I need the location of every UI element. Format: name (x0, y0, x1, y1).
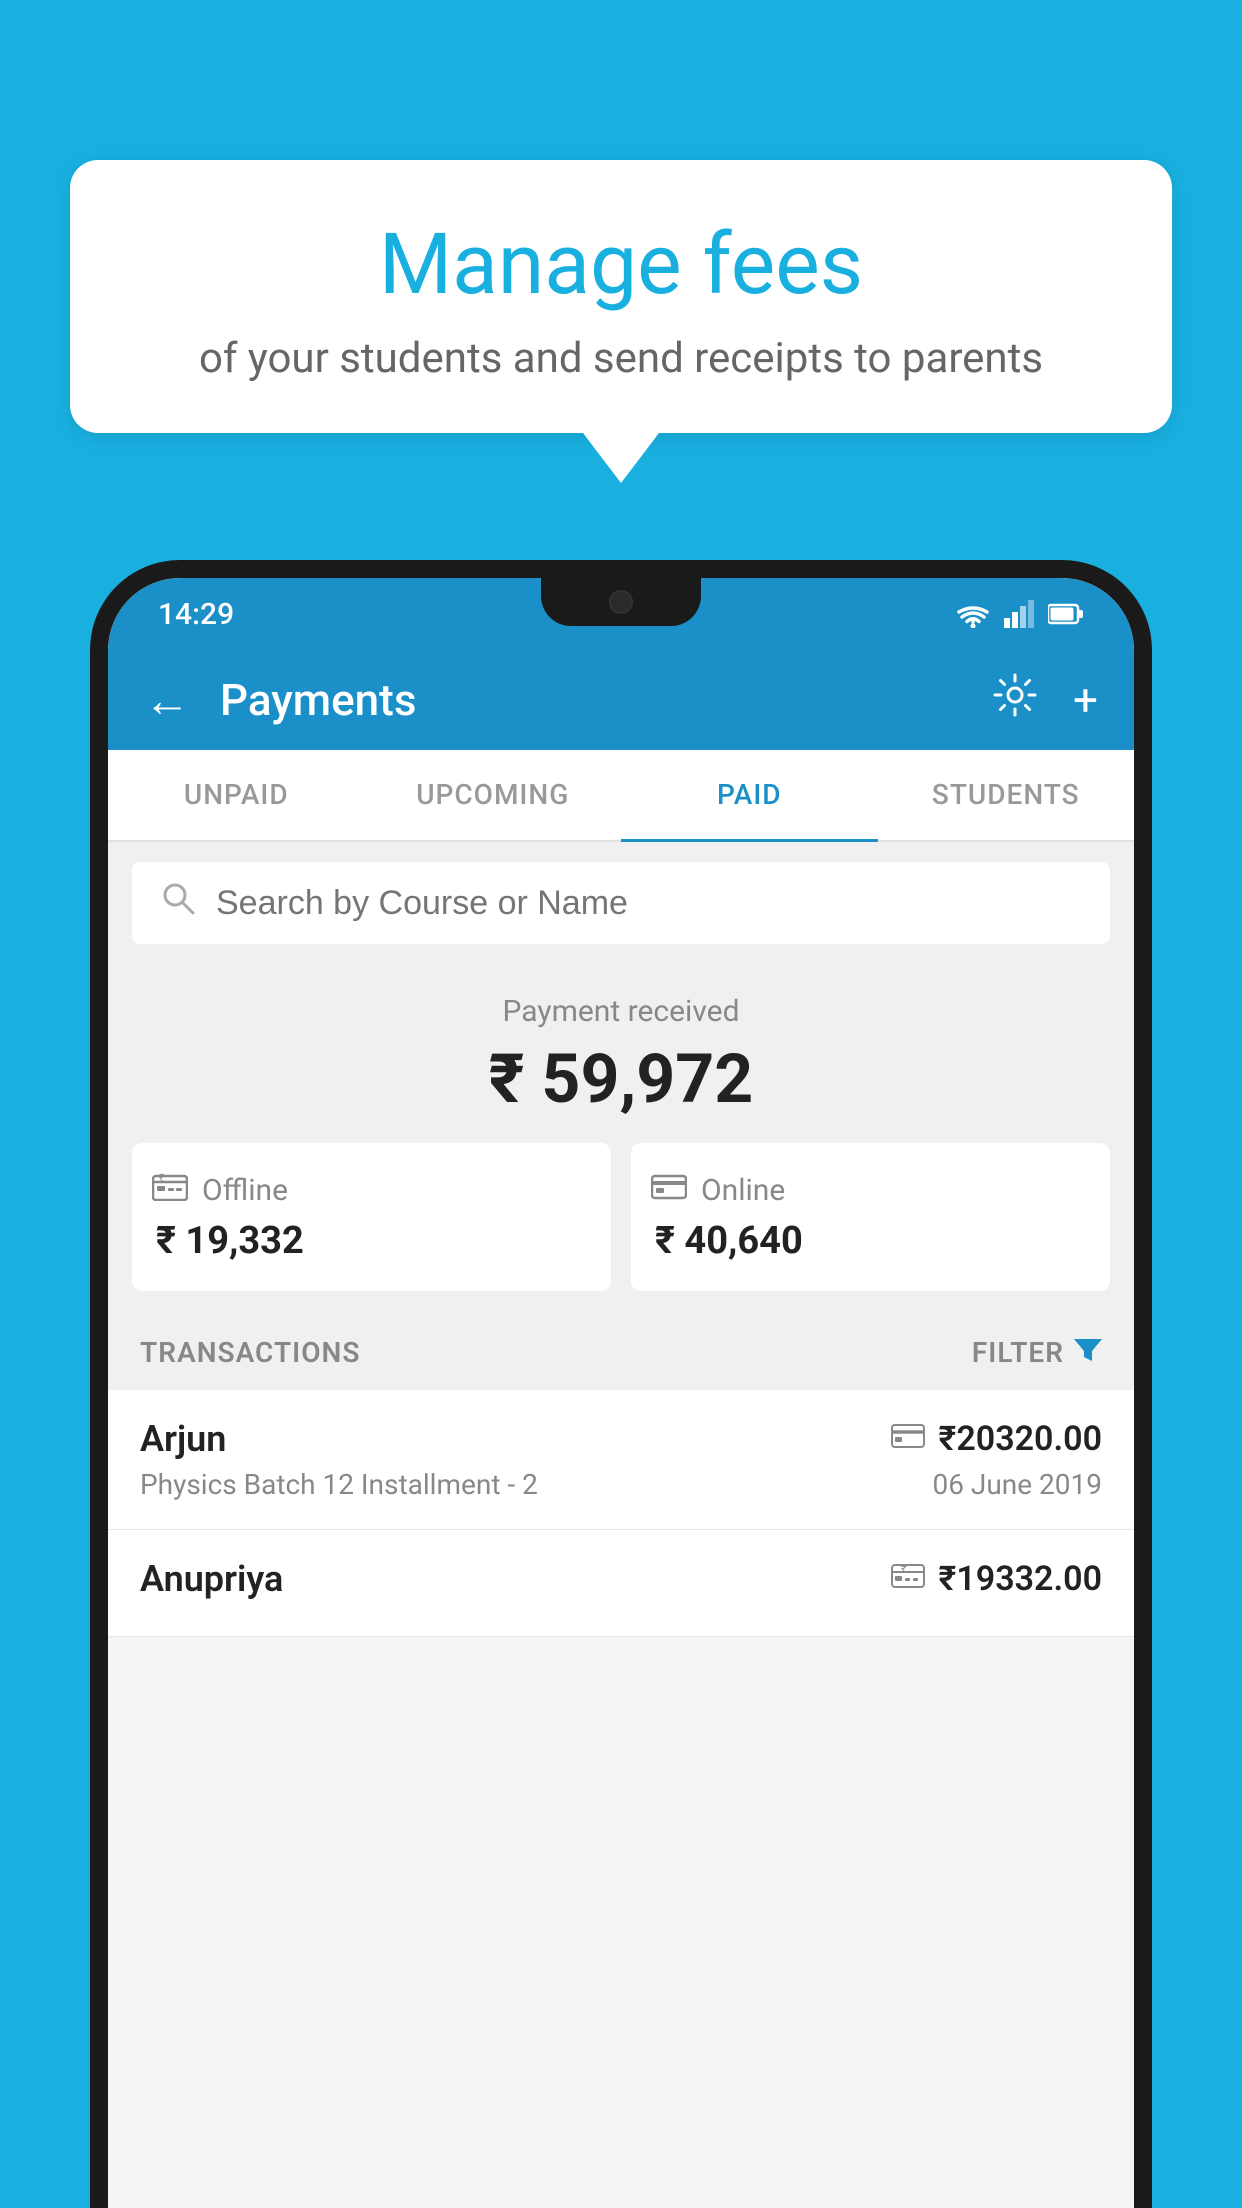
speech-bubble-subtitle: of your students and send receipts to pa… (130, 334, 1112, 383)
svg-text:₹: ₹ (159, 1173, 164, 1184)
filter-label: FILTER (972, 1336, 1064, 1369)
notch-camera (609, 590, 633, 614)
transaction-course-arjun: Physics Batch 12 Installment - 2 (140, 1468, 538, 1501)
transaction-offline-icon-anupriya: ₹ (891, 1560, 925, 1598)
phone-screen: 14:29 (108, 578, 1134, 2208)
offline-amount: ₹ 19,332 (152, 1219, 304, 1263)
status-time: 14:29 (158, 597, 234, 632)
payment-received-label: Payment received (132, 994, 1110, 1029)
speech-bubble-pointer (583, 433, 659, 483)
transaction-online-icon-arjun (891, 1420, 925, 1458)
transaction-date-arjun: 06 June 2019 (932, 1468, 1102, 1501)
tab-upcoming[interactable]: UPCOMING (365, 750, 622, 840)
add-icon[interactable]: + (1073, 674, 1098, 726)
battery-icon (1048, 603, 1084, 625)
transaction-bottom-arjun: Physics Batch 12 Installment - 2 06 June… (140, 1468, 1102, 1501)
notch (541, 578, 701, 626)
offline-card-header: ₹ Offline (152, 1171, 288, 1209)
search-bar-container (108, 842, 1134, 964)
search-icon (160, 880, 196, 926)
wifi-icon (956, 600, 990, 628)
search-bar (132, 862, 1110, 944)
tab-students[interactable]: STUDENTS (878, 750, 1135, 840)
transaction-amount-wrap-arjun: ₹20320.00 (891, 1419, 1102, 1459)
transaction-amount-anupriya: ₹19332.00 (939, 1559, 1102, 1599)
phone-frame: 14:29 (90, 560, 1152, 2208)
transaction-row-anupriya[interactable]: Anupriya ₹ ₹19332.00 (108, 1530, 1134, 1637)
offline-icon: ₹ (152, 1171, 188, 1209)
filter-icon (1074, 1335, 1102, 1370)
search-input[interactable] (216, 884, 1082, 923)
transaction-amount-wrap-anupriya: ₹ ₹19332.00 (891, 1559, 1102, 1599)
signal-icon (1004, 600, 1034, 628)
offline-label: Offline (202, 1173, 288, 1208)
transaction-top-anupriya: Anupriya ₹ ₹19332.00 (140, 1558, 1102, 1600)
transaction-top-arjun: Arjun ₹20320.00 (140, 1418, 1102, 1460)
online-icon (651, 1171, 687, 1209)
filter-button[interactable]: FILTER (972, 1335, 1102, 1370)
app-bar: ← Payments + (108, 650, 1134, 750)
app-bar-actions: + (993, 673, 1098, 728)
transactions-header: TRANSACTIONS FILTER (108, 1315, 1134, 1390)
app-bar-title: Payments (220, 674, 963, 726)
tabs: UNPAID UPCOMING PAID STUDENTS (108, 750, 1134, 842)
svg-text:₹: ₹ (901, 1564, 907, 1575)
transactions-label: TRANSACTIONS (140, 1336, 360, 1369)
online-amount: ₹ 40,640 (651, 1219, 803, 1263)
payment-total-amount: ₹ 59,972 (132, 1039, 1110, 1119)
speech-bubble-title: Manage fees (130, 215, 1112, 314)
transaction-name-anupriya: Anupriya (140, 1558, 283, 1600)
transaction-row[interactable]: Arjun ₹20320.00 Physics Batch 12 Install… (108, 1390, 1134, 1530)
online-payment-card: Online ₹ 40,640 (631, 1143, 1110, 1291)
payment-summary: Payment received ₹ 59,972 (108, 964, 1134, 1315)
status-icons (956, 600, 1084, 628)
back-button[interactable]: ← (144, 673, 190, 728)
offline-payment-card: ₹ Offline ₹ 19,332 (132, 1143, 611, 1291)
payment-cards: ₹ Offline ₹ 19,332 (132, 1143, 1110, 1291)
transaction-amount-arjun: ₹20320.00 (939, 1419, 1102, 1459)
online-card-header: Online (651, 1171, 785, 1209)
tab-unpaid[interactable]: UNPAID (108, 750, 365, 840)
speech-bubble: Manage fees of your students and send re… (70, 160, 1172, 433)
tab-paid[interactable]: PAID (621, 750, 878, 842)
online-label: Online (701, 1173, 785, 1208)
transaction-name-arjun: Arjun (140, 1418, 226, 1460)
speech-bubble-container: Manage fees of your students and send re… (70, 160, 1172, 483)
settings-icon[interactable] (993, 673, 1037, 728)
